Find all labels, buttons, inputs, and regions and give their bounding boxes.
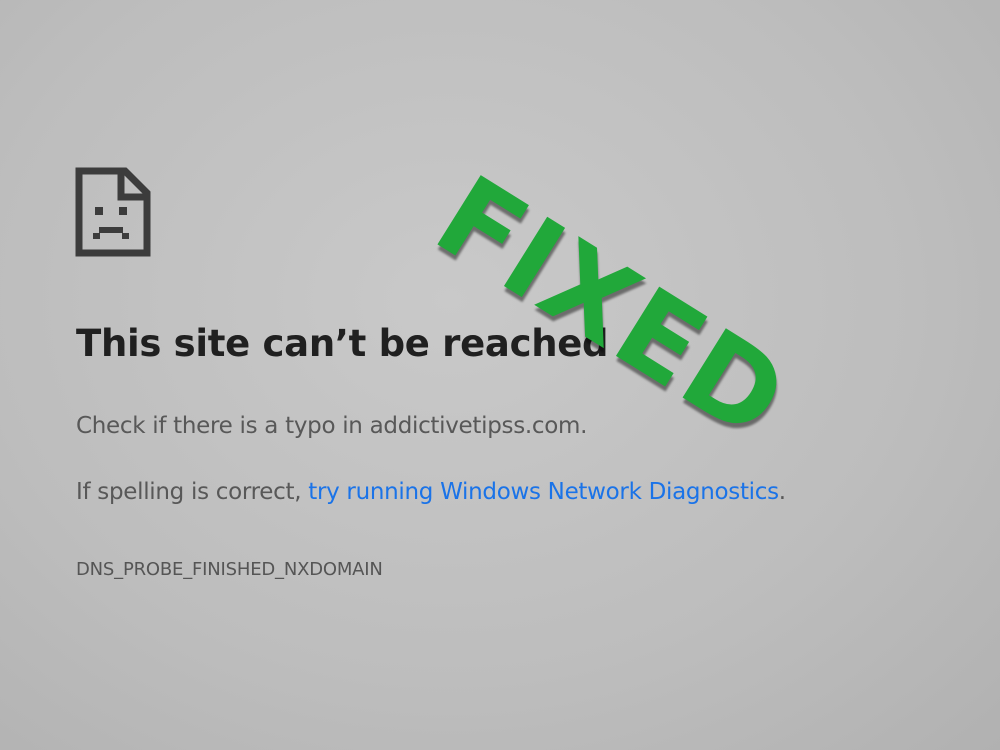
error-page: This site can’t be reached Check if ther… bbox=[0, 0, 1000, 750]
spelling-message: If spelling is correct, try running Wind… bbox=[76, 476, 786, 508]
spelling-message-prefix: If spelling is correct, bbox=[76, 479, 309, 505]
sad-page-icon bbox=[75, 167, 151, 257]
spelling-message-suffix: . bbox=[778, 479, 786, 505]
network-diagnostics-link[interactable]: try running Windows Network Diagnostics bbox=[308, 479, 779, 505]
typo-message: Check if there is a typo in addictivetip… bbox=[76, 413, 588, 439]
error-code: DNS_PROBE_FINISHED_NXDOMAIN bbox=[76, 559, 383, 580]
